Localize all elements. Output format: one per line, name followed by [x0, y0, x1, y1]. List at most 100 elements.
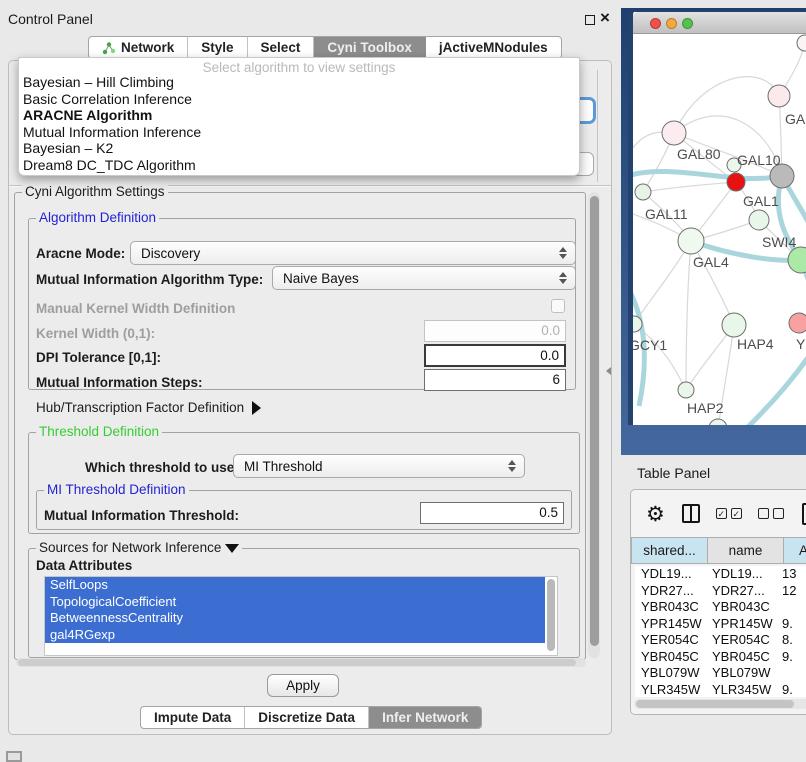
data-attribute-item[interactable]: BetweennessCentrality [45, 610, 545, 627]
tab-impute-data[interactable]: Impute Data [141, 707, 245, 728]
column-header-1[interactable]: shared... [631, 537, 708, 564]
dropdown-placeholder: Select algorithm to view settings [19, 58, 579, 74]
settings-vertical-scrollbar[interactable] [588, 192, 600, 658]
tab-cyni-toolbox[interactable]: Cyni Toolbox [314, 37, 426, 58]
unchecked-boxes-icon[interactable] [758, 508, 784, 519]
checked-boxes-icon[interactable]: ✓✓ [716, 508, 742, 519]
expand-arrow-icon[interactable] [252, 401, 261, 415]
tab-infer-network[interactable]: Infer Network [369, 707, 481, 728]
column-header-2[interactable]: name [708, 537, 784, 564]
group-title[interactable]: Sources for Network Inference [36, 540, 242, 555]
dropdown-option[interactable]: Bayesian – Hill Climbing [19, 74, 579, 91]
algorithm-dropdown-list[interactable]: Select algorithm to view settings Bayesi… [18, 57, 580, 176]
tab-jactivemnodules[interactable]: jActiveMNodules [426, 37, 561, 58]
node-gal11[interactable] [635, 184, 651, 200]
split-pane-grip-icon[interactable] [606, 367, 611, 375]
network-edge[interactable] [686, 241, 691, 390]
dropdown-option[interactable]: Basic Correlation Inference [19, 91, 579, 108]
float-window-icon[interactable] [585, 15, 595, 25]
aracne-mode-combo[interactable]: Discovery [130, 241, 576, 265]
table-row[interactable]: YBR043CYBR043C [635, 599, 806, 616]
hub-definition-label[interactable]: Hub/Transcription Factor Definition [36, 400, 261, 415]
mi-steps-label: Mutual Information Steps: [36, 375, 203, 390]
data-attributes-list[interactable]: SelfLoopsTopologicalCoefficientBetweenne… [44, 576, 558, 656]
mi-algorithm-type-combo[interactable]: Naive Bayes [272, 266, 576, 290]
node-hap4[interactable] [722, 313, 746, 337]
network-canvas[interactable]: GALGAL80GAL10GAL1GAL11SWI4GAL4GCY1HAP4YH… [633, 34, 806, 425]
scrollbar-thumb[interactable] [18, 659, 576, 666]
data-attribute-item[interactable]: gal4RGexp [45, 627, 545, 644]
node-red[interactable] [727, 173, 745, 191]
network-window-titlebar[interactable] [633, 12, 806, 34]
dropdown-option[interactable]: ARACNE Algorithm [19, 107, 579, 124]
node-gal4[interactable] [678, 228, 704, 254]
network-edge[interactable] [643, 182, 736, 192]
network-edge[interactable] [634, 241, 691, 324]
table-row[interactable]: YBR045CYBR045C9. [635, 649, 806, 666]
table-toolbar: ⚙ ✓✓ [631, 490, 806, 537]
table-row[interactable]: YBL079WYBL079W [635, 665, 806, 682]
node-top-partial[interactable] [797, 35, 806, 51]
kernel-width-field[interactable]: 0.0 [424, 320, 566, 342]
data-attribute-item[interactable]: TopologicalCoefficient [45, 594, 545, 611]
manual-kernel-width-checkbox[interactable] [551, 299, 565, 313]
data-attribute-item[interactable]: SelfLoops [45, 577, 545, 594]
kernel-width-label: Kernel Width (0,1): [36, 326, 155, 341]
node-salmon[interactable] [789, 313, 806, 333]
table-cell: 12 [780, 583, 806, 600]
group-title: Cyni Algorithm Settings [22, 184, 168, 199]
table-row[interactable]: YPR145WYPR145W9. [635, 616, 806, 633]
dock-icon[interactable] [6, 751, 22, 762]
column-header-3[interactable]: A [784, 537, 806, 564]
dpi-tolerance-field[interactable]: 0.0 [424, 344, 566, 367]
scrollbar-thumb[interactable] [636, 700, 794, 708]
node-hap2[interactable] [678, 382, 694, 398]
network-edge[interactable] [674, 77, 779, 133]
tab-select[interactable]: Select [248, 37, 315, 58]
node-gal1[interactable] [749, 210, 769, 230]
network-view-window[interactable]: GALGAL80GAL10GAL1GAL11SWI4GAL4GCY1HAP4YH… [628, 10, 806, 425]
node-label-hap4: HAP4 [737, 336, 774, 352]
node-gal80[interactable] [662, 121, 686, 145]
table-horizontal-scrollbar[interactable] [634, 699, 806, 709]
table-cell: 9. [780, 616, 806, 633]
node-label-y: Y [796, 336, 806, 352]
which-threshold-combo[interactable]: MI Threshold [233, 454, 525, 478]
node-label-swi4: SWI4 [762, 234, 796, 250]
gear-icon[interactable]: ⚙ [646, 502, 665, 526]
network-edge[interactable] [739, 356, 806, 425]
zoom-traffic-light-icon[interactable] [682, 18, 693, 29]
scrollbar-thumb[interactable] [590, 196, 599, 646]
table-panel-title: Table Panel [637, 465, 710, 481]
mi-threshold-field[interactable]: 0.5 [420, 502, 564, 524]
node-gal-pink[interactable] [768, 85, 790, 107]
network-edge[interactable] [633, 171, 782, 178]
table-row[interactable]: YLR345WYLR345W9. [635, 682, 806, 698]
tab-discretize-data[interactable]: Discretize Data [245, 707, 369, 728]
dropdown-option[interactable]: Mutual Information Inference [19, 124, 579, 141]
collapse-arrow-icon[interactable] [225, 544, 239, 553]
minimize-traffic-light-icon[interactable] [666, 18, 677, 29]
table-cell: YPR145W [635, 616, 708, 633]
tab-style[interactable]: Style [188, 37, 247, 58]
dropdown-option[interactable]: Bayesian – K2 [19, 140, 579, 157]
list-scrollbar[interactable] [547, 579, 555, 651]
node-table-widget: ⚙ ✓✓ shared...nameA YDL19...YDL19...13YD… [630, 489, 806, 715]
table-cell: YLR345W [635, 682, 708, 698]
dropdown-option[interactable]: Dream8 DC_TDC Algorithm [19, 157, 579, 174]
node-label-gal4: GAL4 [693, 254, 729, 270]
document-icon[interactable] [802, 503, 806, 525]
close-traffic-light-icon[interactable] [650, 18, 661, 29]
node-bottom[interactable] [709, 419, 727, 425]
table-cell: 9. [780, 682, 806, 698]
table-row[interactable]: YDL19...YDL19...13 [635, 566, 806, 583]
table-row[interactable]: YDR27...YDR27...12 [635, 583, 806, 600]
close-icon[interactable]: × [600, 8, 610, 28]
apply-button[interactable]: Apply [267, 674, 339, 697]
tab-network[interactable]: Network [89, 37, 188, 58]
mi-steps-field[interactable]: 6 [424, 369, 566, 391]
settings-horizontal-scrollbar[interactable] [16, 658, 586, 667]
split-view-icon[interactable] [682, 504, 700, 523]
table-row[interactable]: YER054CYER054C8. [635, 632, 806, 649]
node-label-gal1: GAL1 [743, 193, 779, 209]
